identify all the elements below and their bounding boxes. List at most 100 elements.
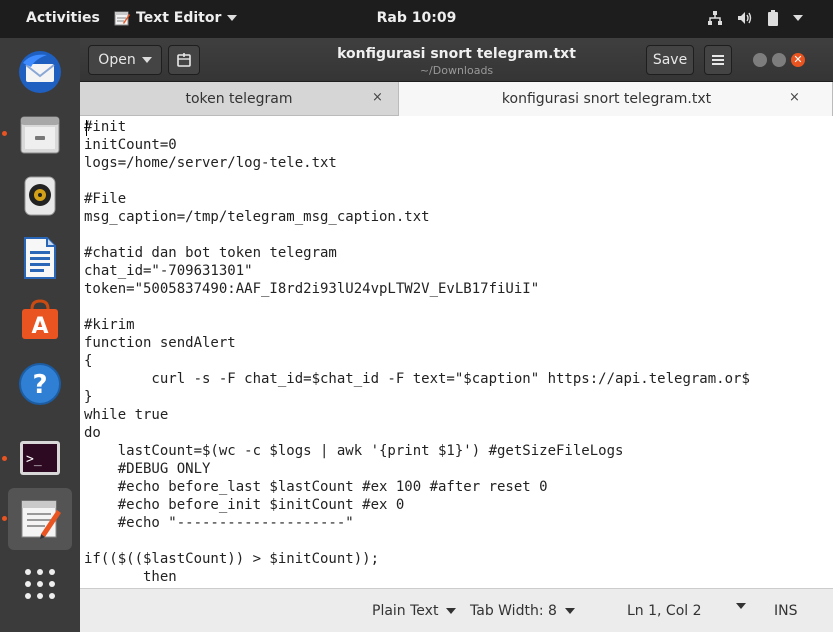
tab-label: token telegram (185, 91, 293, 107)
dock-writer[interactable] (14, 232, 66, 284)
rhythmbox-icon (24, 176, 56, 216)
code-line: } (84, 389, 93, 405)
software-icon: A (22, 299, 58, 339)
code-line: msg_caption=/tmp/telegram_msg_caption.tx… (84, 209, 430, 225)
svg-text:?: ? (32, 370, 47, 400)
svg-text:>_: >_ (26, 452, 42, 467)
save-button-label: Save (652, 52, 688, 68)
code-line: lastCount=$(wc -c $logs | awk '{print $1… (84, 443, 624, 459)
dock-files[interactable] (14, 108, 66, 160)
code-line: if(($(($lastCount)) > $initCount)); (84, 551, 380, 567)
network-icon (708, 11, 722, 25)
code-line: #echo before_last $lastCount #ex 100 #af… (84, 479, 548, 495)
chevron-down-icon (564, 608, 575, 614)
tab-label: konfigurasi snort telegram.txt (501, 91, 712, 107)
dock-help[interactable]: ? (14, 358, 66, 410)
tab-bar: token telegram × konfigurasi snort teleg… (80, 82, 833, 116)
chevron-down-icon (446, 608, 457, 614)
files-icon (20, 116, 60, 154)
language-label: Plain Text (372, 603, 439, 619)
language-selector[interactable]: Plain Text (372, 603, 457, 619)
code-line: initCount=0 (84, 137, 177, 153)
battery-icon (768, 10, 778, 26)
dock-thunderbird[interactable] (14, 46, 66, 98)
text-editor-app-icon (114, 11, 130, 26)
code-line: #kirim (84, 317, 135, 333)
code-line: logs=/home/server/log-tele.txt (84, 155, 337, 171)
desktop: Activities Text Editor Rab 10:09 A ? >_ … (0, 0, 833, 632)
code-line: #echo before_init $initCount #ex 0 (84, 497, 405, 513)
terminal-icon: >_ (20, 441, 60, 475)
close-button[interactable]: ✕ (791, 53, 805, 67)
top-bar: Activities Text Editor Rab 10:09 (0, 0, 833, 38)
running-indicator (2, 131, 7, 136)
tab-close-button[interactable]: × (372, 90, 383, 105)
save-button[interactable]: Save (646, 45, 694, 75)
code-line: #File (84, 191, 127, 207)
code-line: do (84, 425, 101, 441)
maximize-button[interactable] (772, 53, 786, 67)
running-indicator (2, 456, 7, 461)
new-document-button[interactable] (168, 45, 200, 75)
svg-text:A: A (31, 314, 48, 339)
activities-button[interactable]: Activities (26, 10, 100, 26)
code-line: { (84, 353, 93, 369)
code-line: #chatid dan bot token telegram (84, 245, 337, 261)
position-menu-toggle[interactable] (736, 603, 746, 609)
volume-icon (738, 12, 752, 24)
tab-width-label: Tab Width: 8 (470, 603, 557, 619)
code-line: token="5005837490:AAF_I8rd2i93lU24vpLTW2… (84, 281, 540, 297)
insert-mode-label: INS (774, 603, 798, 619)
hamburger-menu-icon (712, 55, 724, 65)
code-line: chat_id="-709631301" (84, 263, 253, 279)
chevron-down-icon (736, 603, 746, 609)
app-menu[interactable]: Text Editor (114, 10, 238, 26)
insert-mode[interactable]: INS (774, 603, 798, 619)
text-editor-window: Open konfigurasi snort telegram.txt ~/Do… (80, 38, 833, 632)
tab-token-telegram[interactable]: token telegram × (80, 82, 398, 116)
code-line: #DEBUG ONLY (84, 461, 211, 477)
tab-width-selector[interactable]: Tab Width: 8 (470, 603, 575, 619)
dock-rhythmbox[interactable] (14, 170, 66, 222)
new-document-icon (177, 53, 191, 67)
help-icon: ? (19, 363, 61, 405)
text-editor-icon (21, 500, 61, 539)
thunderbird-icon (19, 51, 61, 93)
tab-close-button[interactable]: × (789, 90, 800, 105)
code-content[interactable]: #init initCount=0 logs=/home/server/log-te… (84, 118, 750, 586)
code-line: curl -s -F chat_id=$chat_id -F text="$ca… (84, 371, 750, 387)
cursor-position[interactable]: Ln 1, Col 2 (627, 603, 702, 619)
dock: A ? >_ (0, 38, 80, 632)
chevron-down-icon (141, 57, 152, 63)
text-cursor (86, 120, 87, 136)
header-bar: Open konfigurasi snort telegram.txt ~/Do… (80, 38, 833, 82)
writer-icon (24, 237, 56, 279)
close-icon: ✕ (793, 53, 803, 66)
code-line: function sendAlert (84, 335, 236, 351)
cursor-position-label: Ln 1, Col 2 (627, 603, 702, 619)
dock-show-applications[interactable] (14, 558, 66, 610)
code-line: #echo "--------------------" (84, 515, 354, 531)
app-grid-icon (25, 569, 55, 599)
dock-software[interactable]: A (14, 294, 66, 346)
system-tray[interactable] (707, 10, 803, 26)
tab-konfigurasi-snort[interactable]: konfigurasi snort telegram.txt × (398, 82, 833, 116)
status-bar: Plain Text Tab Width: 8 Ln 1, Col 2 INS (80, 588, 833, 632)
code-line: while true (84, 407, 169, 423)
open-button-label: Open (98, 52, 136, 68)
code-line: #init (84, 119, 127, 135)
app-menu-label: Text Editor (136, 10, 222, 26)
minimize-button[interactable] (753, 53, 767, 67)
dock-terminal[interactable]: >_ (14, 432, 66, 484)
open-button[interactable]: Open (88, 45, 162, 75)
chevron-down-icon (227, 15, 238, 21)
text-editor-area[interactable]: #init initCount=0 logs=/home/server/log-te… (80, 116, 833, 588)
running-indicator (2, 516, 7, 521)
dock-text-editor[interactable] (8, 488, 72, 550)
chevron-down-icon (793, 15, 803, 21)
code-line: then (84, 569, 177, 585)
menu-button[interactable] (704, 45, 732, 75)
